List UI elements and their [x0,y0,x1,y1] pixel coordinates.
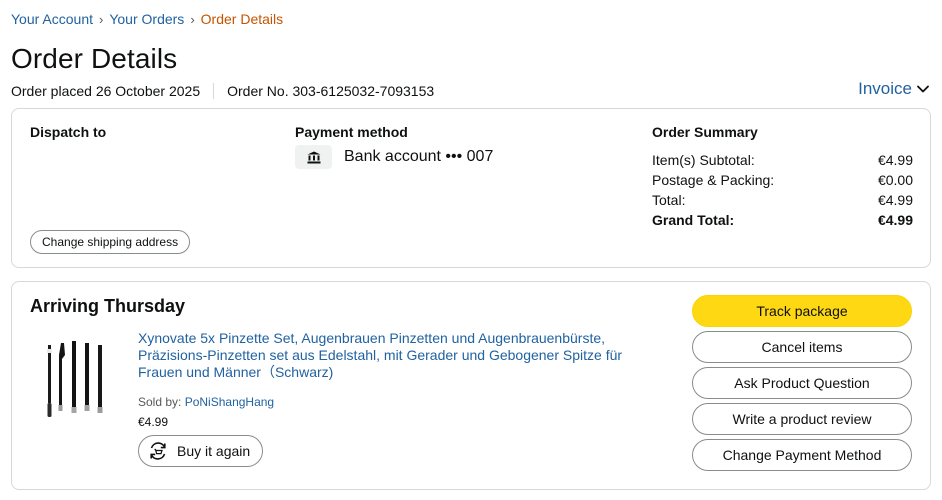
payment-method: Bank account ••• 007 [295,145,493,169]
change-shipping-address-button[interactable]: Change shipping address [30,230,191,254]
buy-again-button[interactable]: Buy it again [138,435,264,467]
product-price: €4.99 [138,415,169,429]
order-placed-date: Order placed 26 October 2025 [11,83,201,99]
payment-title: Payment method [295,124,408,140]
product-image[interactable] [40,339,112,421]
summary-label: Grand Total: [652,212,735,228]
order-summary-title: Order Summary [652,124,758,140]
buy-again-icon [147,440,169,462]
summary-value: €4.99 [877,192,913,208]
breadcrumb-separator: › [99,11,104,27]
product-title-link[interactable]: Xynovate 5x Pinzette Set, Augenbrauen Pi… [138,330,648,381]
shipment-actions: Track package Cancel items Ask Product Q… [692,295,912,475]
payment-method-label: Bank account ••• 007 [344,148,494,165]
chevron-down-icon [917,85,929,93]
sold-by-label: Sold by: [138,395,182,409]
summary-label: Item(s) Subtotal: [652,152,755,168]
summary-label: Postage & Packing: [652,172,775,188]
track-package-button[interactable]: Track package [692,295,912,327]
delivery-status: Arriving Thursday [30,296,186,316]
order-number: Order No. 303-6125032-7093153 [227,83,435,99]
dispatch-title: Dispatch to [30,124,107,140]
page-title: Order Details [11,43,178,74]
order-summary: Item(s) Subtotal: €4.99 Postage & Packin… [652,150,913,230]
write-review-button[interactable]: Write a product review [692,403,912,435]
summary-row-grand-total: Grand Total: €4.99 [652,210,913,230]
breadcrumb-your-account[interactable]: Your Account [11,11,93,27]
breadcrumb: Your Account › Your Orders › Order Detai… [11,11,283,27]
summary-row-subtotal: Item(s) Subtotal: €4.99 [652,150,913,170]
shipment-card: Arriving Thursday Xynovate 5x Pinzette S… [11,281,931,490]
bank-icon [295,145,332,169]
ask-product-question-button[interactable]: Ask Product Question [692,367,912,399]
order-info-card: Dispatch to Change shipping address Paym… [11,108,931,268]
invoice-dropdown[interactable]: Invoice [858,79,929,99]
summary-row-postage: Postage & Packing: €0.00 [652,170,913,190]
sold-by: Sold by: PoNiShangHang [138,395,274,409]
summary-label: Total: [652,192,686,208]
summary-value: €4.99 [877,152,913,168]
summary-row-total: Total: €4.99 [652,190,913,210]
cancel-items-button[interactable]: Cancel items [692,331,912,363]
breadcrumb-current: Order Details [200,11,284,27]
breadcrumb-separator: › [190,11,195,27]
change-payment-method-button[interactable]: Change Payment Method [692,439,912,471]
meta-divider [213,83,215,99]
seller-link[interactable]: PoNiShangHang [185,395,274,409]
order-meta: Order placed 26 October 2025 Order No. 3… [11,83,434,99]
summary-value: €4.99 [877,212,913,228]
summary-value: €0.00 [877,172,913,188]
invoice-label: Invoice [858,79,912,98]
buy-again-label: Buy it again [177,443,251,459]
breadcrumb-your-orders[interactable]: Your Orders [109,11,184,27]
